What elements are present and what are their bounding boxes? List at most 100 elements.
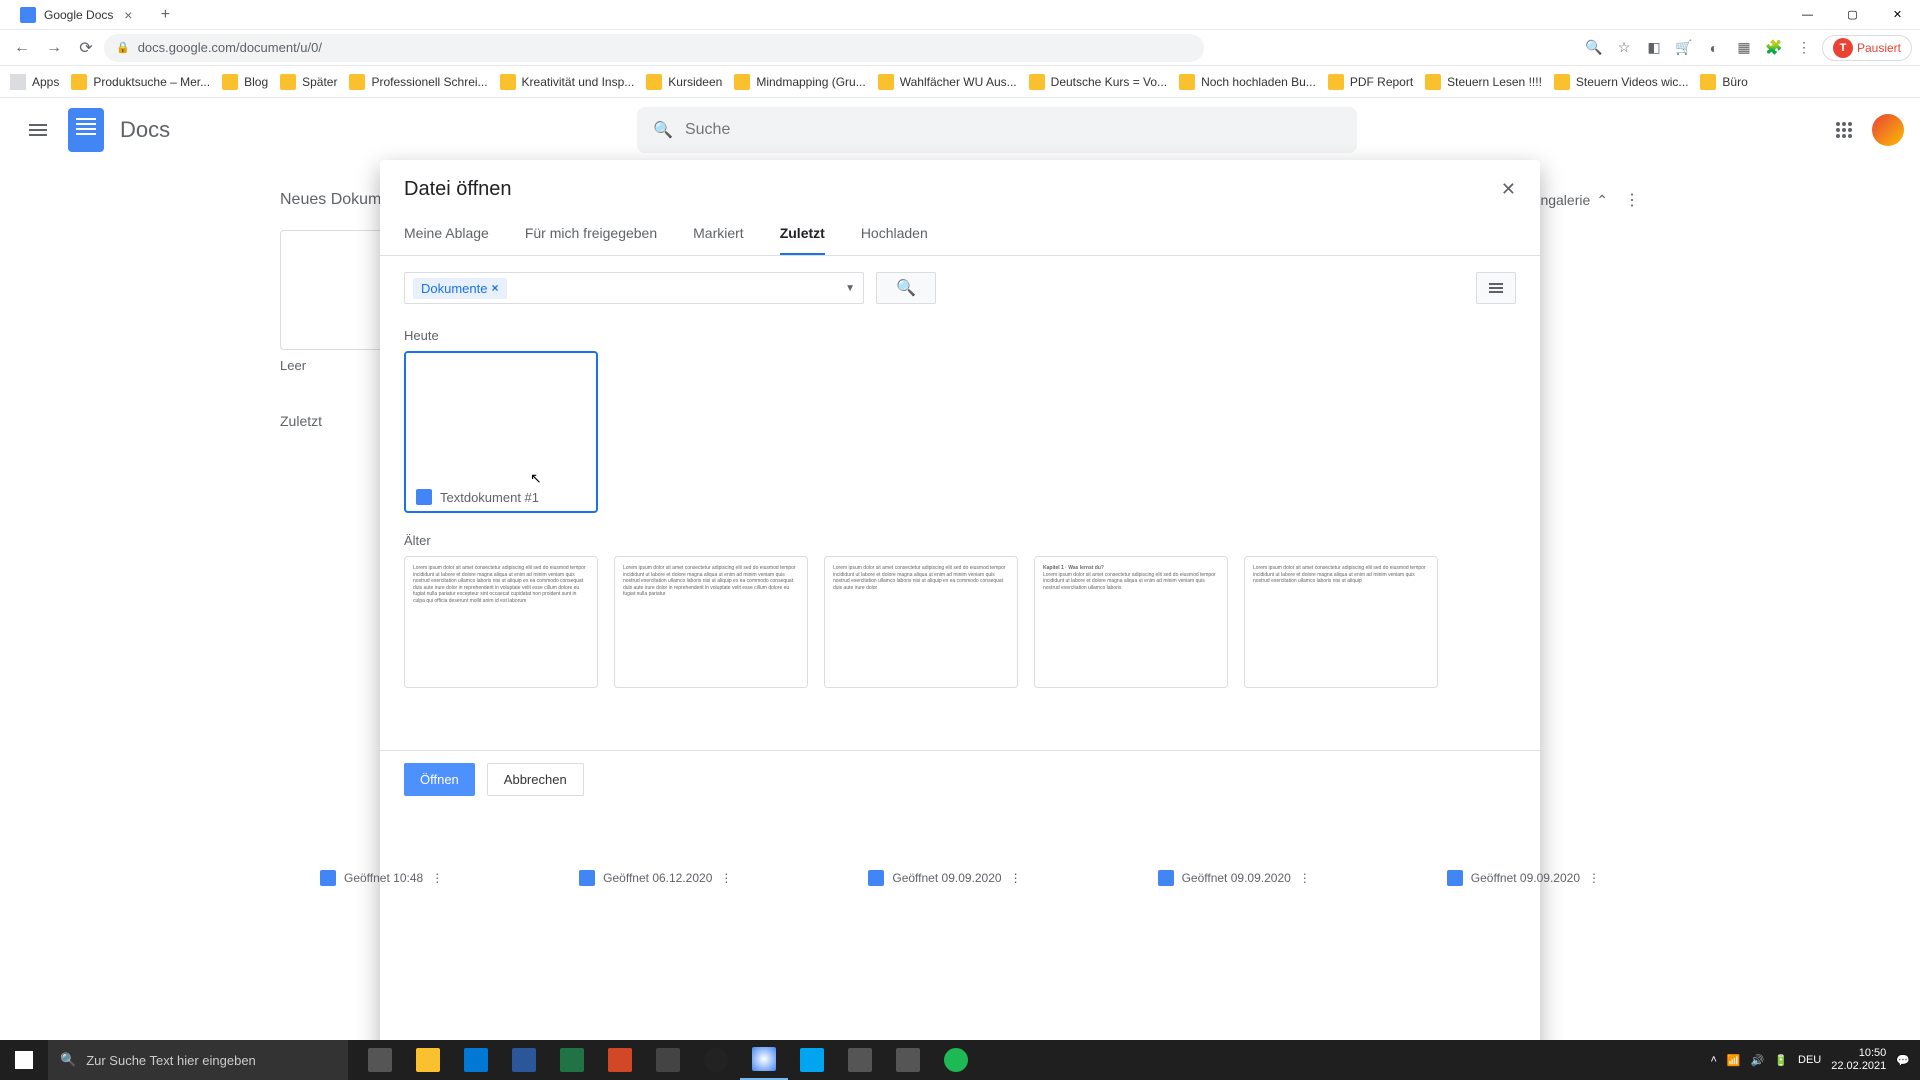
taskview-button[interactable] (356, 1040, 404, 1080)
close-tab-icon[interactable]: × (121, 8, 135, 22)
file-card[interactable]: Lorem ipsum dolor sit amet consectetur a… (404, 556, 598, 688)
extension-icon-4[interactable]: ▦ (1732, 36, 1756, 60)
chevron-up-icon: ⌃ (1596, 192, 1608, 209)
app-button[interactable] (788, 1040, 836, 1080)
tray-chevron-icon[interactable]: ˄ (1710, 1054, 1716, 1066)
bookmark-item[interactable]: Professionell Schrei... (349, 74, 487, 90)
more-options-button[interactable]: ⋮ (1624, 190, 1640, 210)
bookmark-item[interactable]: PDF Report (1328, 74, 1413, 90)
back-button[interactable]: ← (8, 34, 36, 62)
volume-icon[interactable]: 🔊 (1751, 1054, 1765, 1067)
chrome-titlebar: Google Docs × + — ▢ ✕ (0, 0, 1920, 30)
list-view-button[interactable] (1476, 272, 1516, 304)
bookmark-item[interactable]: Kreativität und Insp... (500, 74, 635, 90)
menu-icon[interactable]: ⋮ (1792, 36, 1816, 60)
bookmarks-bar: Apps Produktsuche – Mer... Blog Später P… (0, 66, 1920, 98)
app-button[interactable] (644, 1040, 692, 1080)
bookmark-item[interactable]: Produktsuche – Mer... (71, 74, 210, 90)
tab-shared[interactable]: Für mich freigegeben (525, 213, 657, 255)
start-button[interactable] (0, 1040, 48, 1080)
tab-recent[interactable]: Zuletzt (780, 213, 825, 255)
main-menu-button[interactable] (16, 108, 60, 152)
tab-upload[interactable]: Hochladen (861, 213, 928, 255)
docs-logo-icon[interactable] (68, 108, 104, 152)
notifications-button[interactable]: 💬 (1896, 1054, 1910, 1067)
dialog-body[interactable]: Heute Textdokument #1 Älter Lorem ipsum … (380, 320, 1540, 750)
cancel-button[interactable]: Abbrechen (487, 763, 584, 796)
doc-menu-button[interactable]: ⋮ (1299, 871, 1311, 885)
bookmark-item[interactable]: Später (280, 74, 337, 90)
spotify-button[interactable] (932, 1040, 980, 1080)
puzzle-icon[interactable]: 🧩 (1762, 36, 1786, 60)
wifi-icon[interactable]: 📶 (1727, 1054, 1741, 1067)
file-card[interactable]: Lorem ipsum dolor sit amet consectetur a… (824, 556, 1018, 688)
url-bar[interactable]: 🔒 docs.google.com/document/u/0/ (104, 34, 1204, 62)
bookmark-item[interactable]: Deutsche Kurs = Vo... (1029, 74, 1167, 90)
maximize-button[interactable]: ▢ (1830, 0, 1875, 30)
browser-tab[interactable]: Google Docs × (10, 1, 145, 29)
bookmark-item[interactable]: Noch hochladen Bu... (1179, 74, 1316, 90)
clock[interactable]: 10:50 22.02.2021 (1831, 1047, 1886, 1073)
language-indicator[interactable]: DEU (1798, 1054, 1821, 1066)
app-button[interactable] (836, 1040, 884, 1080)
bookmark-item[interactable]: Steuern Videos wic... (1554, 74, 1689, 90)
close-dialog-button[interactable]: ✕ (1501, 179, 1516, 200)
taskbar-search[interactable]: 🔍 Zur Suche Text hier eingeben (48, 1040, 348, 1080)
tab-starred[interactable]: Markiert (693, 213, 744, 255)
doc-menu-button[interactable]: ⋮ (431, 871, 443, 885)
obs-button[interactable] (692, 1040, 740, 1080)
folder-icon (280, 74, 296, 90)
folder-icon (1029, 74, 1045, 90)
bookmark-item[interactable]: Steuern Lesen !!!! (1425, 74, 1542, 90)
bookmark-item[interactable]: Büro (1700, 74, 1747, 90)
search-input[interactable] (685, 121, 1341, 139)
remove-chip-icon[interactable]: × (491, 281, 498, 295)
bookmark-item[interactable]: Blog (222, 74, 268, 90)
file-card[interactable]: Lorem ipsum dolor sit amet consectetur a… (1244, 556, 1438, 688)
bookmark-item[interactable]: Wahlfächer WU Aus... (878, 74, 1017, 90)
doc-menu-button[interactable]: ⋮ (1010, 871, 1022, 885)
lock-icon: 🔒 (116, 41, 130, 54)
file-card[interactable]: Kapitel 1 · Was lernst du?Lorem ipsum do… (1034, 556, 1228, 688)
taskbar: 🔍 Zur Suche Text hier eingeben ˄ 📶 🔊 🔋 D… (0, 1040, 1920, 1080)
zoom-icon[interactable]: 🔍 (1582, 36, 1606, 60)
forward-button[interactable]: → (40, 34, 68, 62)
bookmark-apps[interactable]: Apps (10, 74, 59, 90)
doc-menu-button[interactable]: ⋮ (1588, 871, 1600, 885)
star-icon[interactable]: ☆ (1612, 36, 1636, 60)
search-button[interactable]: 🔍 (876, 272, 936, 304)
apps-grid-button[interactable] (1824, 110, 1864, 150)
extension-icon-3[interactable]: ◐ (1702, 36, 1726, 60)
edge-button[interactable] (452, 1040, 500, 1080)
excel-button[interactable] (548, 1040, 596, 1080)
new-tab-button[interactable]: + (153, 3, 177, 27)
extension-icon-2[interactable]: 🛒 (1672, 36, 1696, 60)
battery-icon[interactable]: 🔋 (1774, 1054, 1788, 1067)
user-avatar[interactable] (1872, 114, 1904, 146)
file-card[interactable]: Textdokument #1 (404, 351, 598, 513)
explorer-button[interactable] (404, 1040, 452, 1080)
word-button[interactable] (500, 1040, 548, 1080)
file-preview: Lorem ipsum dolor sit amet consectetur a… (825, 557, 1017, 687)
search-box[interactable]: 🔍 (637, 107, 1357, 153)
reload-button[interactable]: ⟳ (72, 34, 100, 62)
doc-menu-button[interactable]: ⋮ (720, 871, 732, 885)
file-card[interactable]: Lorem ipsum dolor sit amet consectetur a… (614, 556, 808, 688)
close-window-button[interactable]: ✕ (1875, 0, 1920, 30)
docs-file-icon (1447, 870, 1463, 886)
minimize-button[interactable]: — (1785, 0, 1830, 30)
chrome-toolbar: ← → ⟳ 🔒 docs.google.com/document/u/0/ 🔍 … (0, 30, 1920, 66)
tab-my-drive[interactable]: Meine Ablage (404, 213, 489, 255)
bookmark-item[interactable]: Mindmapping (Gru... (734, 74, 865, 90)
profile-badge[interactable]: T Pausiert (1822, 35, 1912, 61)
open-button[interactable]: Öffnen (404, 763, 475, 796)
filter-dropdown[interactable]: Dokumente × ▼ (404, 272, 864, 304)
chrome-button[interactable] (740, 1040, 788, 1080)
extension-icon-1[interactable]: ◧ (1642, 36, 1666, 60)
filter-chip[interactable]: Dokumente × (413, 278, 507, 299)
file-preview: Lorem ipsum dolor sit amet consectetur a… (405, 557, 597, 687)
bookmark-item[interactable]: Kursideen (646, 74, 722, 90)
powerpoint-button[interactable] (596, 1040, 644, 1080)
app-button[interactable] (884, 1040, 932, 1080)
apps-icon (10, 74, 26, 90)
